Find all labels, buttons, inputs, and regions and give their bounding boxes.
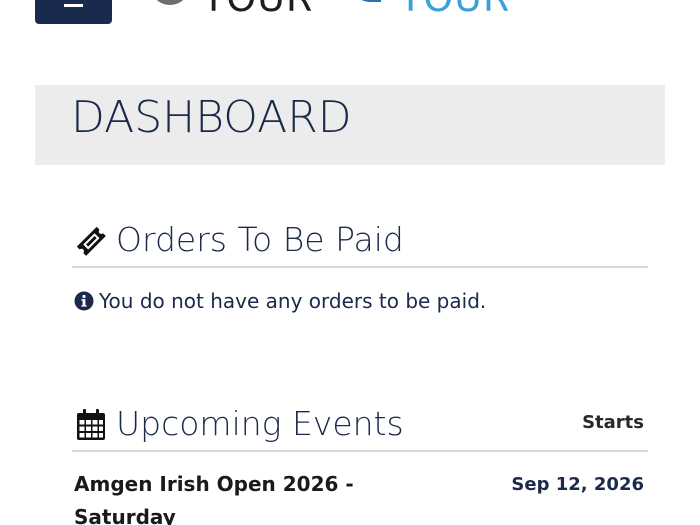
hamburger-icon bbox=[64, 4, 83, 7]
calendar-icon bbox=[77, 409, 105, 440]
ticket-icon bbox=[76, 226, 106, 256]
events-section-header: Upcoming Events Starts bbox=[72, 400, 648, 452]
event-name[interactable]: Amgen Irish Open 2026 - Saturday bbox=[74, 468, 374, 525]
site-header: TOUR TOUR bbox=[0, 0, 700, 40]
page-title-banner: DASHBOARD bbox=[35, 85, 665, 165]
tour-logo-secondary[interactable]: TOUR bbox=[355, 0, 510, 18]
dashboard-page: TOUR TOUR DASHBOARD Orders To Be Paid Yo… bbox=[0, 0, 700, 525]
no-orders-notice: You do not have any orders to be paid. bbox=[74, 287, 486, 315]
menu-button[interactable] bbox=[35, 0, 112, 24]
event-row[interactable]: Amgen Irish Open 2026 - Saturday Sep 12,… bbox=[72, 466, 648, 525]
event-start-date: Sep 12, 2026 bbox=[511, 474, 644, 495]
tour-logo-primary[interactable]: TOUR bbox=[150, 0, 313, 18]
orders-heading: Orders To Be Paid bbox=[116, 220, 404, 259]
orders-section-header: Orders To Be Paid bbox=[72, 216, 648, 268]
logo-primary-text: TOUR bbox=[202, 0, 313, 20]
swoosh-icon bbox=[150, 0, 190, 5]
events-heading: Upcoming Events bbox=[116, 404, 404, 443]
brand-mark-icon bbox=[355, 0, 381, 2]
starts-column-label: Starts bbox=[582, 412, 644, 433]
info-circle-icon bbox=[74, 291, 94, 311]
no-orders-text: You do not have any orders to be paid. bbox=[99, 289, 487, 313]
logo-secondary-text: TOUR bbox=[399, 0, 510, 20]
page-title: DASHBOARD bbox=[71, 92, 352, 143]
